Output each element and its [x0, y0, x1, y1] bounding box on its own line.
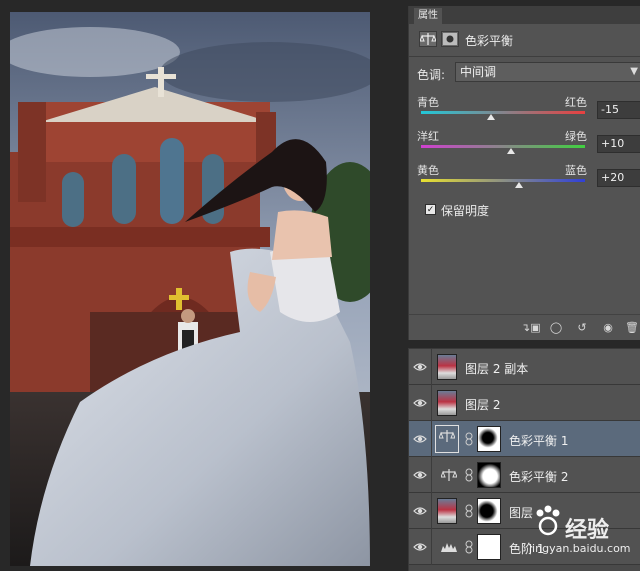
layer-mask-thumbnail[interactable]	[477, 426, 501, 452]
eye-icon[interactable]	[413, 432, 427, 446]
layer-thumbnail[interactable]	[437, 354, 457, 380]
eye-icon[interactable]	[413, 396, 427, 410]
slider-left-label: 青色	[417, 96, 439, 109]
divider	[409, 56, 640, 57]
clip-to-layer-icon[interactable]: ↴▣	[521, 320, 541, 336]
paw-logo-icon	[536, 505, 560, 536]
link-icon[interactable]	[465, 540, 473, 554]
eye-icon[interactable]	[413, 468, 427, 482]
properties-panel: 属性 色彩平衡 色调: 中间调 ▼ 青色 红色 -15 洋红 绿色 +10 黄色 蓝色 +20 …	[408, 6, 640, 340]
watermark-text: 经验	[565, 518, 610, 543]
slider-left-label: 洋红	[417, 130, 439, 143]
layer-mask-thumbnail[interactable]	[477, 462, 501, 488]
layer-row[interactable]: 色彩平衡 1	[409, 421, 640, 457]
slider-thumb[interactable]	[515, 182, 524, 188]
slider-value-input[interactable]: -15	[597, 101, 640, 119]
properties-title: 色彩平衡	[465, 34, 514, 48]
layer-separator	[431, 529, 432, 565]
eye-icon[interactable]	[413, 360, 427, 374]
link-icon[interactable]	[465, 468, 473, 482]
visibility-icon[interactable]: ◉	[599, 320, 617, 336]
color-slider-row: 青色 红色 -15	[409, 94, 640, 130]
slider-left-label: 黄色	[417, 164, 439, 177]
tone-dropdown[interactable]: 中间调 ▼	[455, 62, 640, 82]
layer-separator	[431, 457, 432, 493]
slider-thumb[interactable]	[486, 114, 495, 120]
slider-thumb[interactable]	[507, 148, 516, 154]
layer-mask-thumbnail[interactable]	[477, 498, 501, 524]
color-balance-icon[interactable]	[435, 425, 459, 453]
slider-track[interactable]	[421, 179, 585, 182]
slider-value-input[interactable]: +20	[597, 169, 640, 187]
chevron-down-icon: ▼	[630, 66, 638, 77]
checkbox-check-icon[interactable]: ✓	[425, 204, 436, 215]
layer-row[interactable]: 图层 2 副本	[409, 349, 640, 385]
eye-icon[interactable]	[413, 504, 427, 518]
slider-right-label: 绿色	[565, 130, 587, 143]
mask-icon[interactable]	[441, 31, 459, 47]
trash-icon[interactable]: 🗑	[623, 320, 640, 336]
color-slider-row: 洋红 绿色 +10	[409, 128, 640, 164]
layer-name: 图层 2	[465, 398, 501, 412]
document-canvas[interactable]	[0, 0, 408, 571]
layer-mask-thumbnail[interactable]	[477, 534, 501, 560]
layer-thumbnail[interactable]	[437, 498, 457, 524]
layer-separator	[431, 493, 432, 529]
layer-row[interactable]: 图层 2	[409, 385, 640, 421]
layer-name: 色彩平衡 1	[509, 434, 569, 448]
reset-icon[interactable]: ↺	[573, 320, 591, 336]
color-balance-icon[interactable]	[440, 468, 458, 482]
layer-name: 图层 2 副本	[465, 362, 529, 376]
layer-separator	[431, 349, 432, 385]
color-balance-icon[interactable]	[419, 31, 437, 47]
layer-thumbnail[interactable]	[437, 390, 457, 416]
slider-track[interactable]	[421, 145, 585, 148]
properties-header: 色彩平衡	[417, 30, 637, 50]
tab-properties[interactable]: 属性	[414, 8, 442, 24]
watermark-url: jingyan.baidu.com	[529, 542, 631, 555]
slider-right-label: 蓝色	[565, 164, 587, 177]
slider-right-label: 红色	[565, 96, 587, 109]
levels-icon[interactable]	[441, 540, 457, 554]
wedding-photo	[10, 12, 370, 566]
slider-value-input[interactable]: +10	[597, 135, 640, 153]
layer-separator	[431, 385, 432, 421]
link-icon[interactable]	[465, 504, 473, 518]
slider-track[interactable]	[421, 111, 585, 114]
baidu-jingyan-watermark: 经验 jingyan.baidu.com	[525, 498, 635, 564]
layer-separator	[431, 421, 432, 457]
link-icon[interactable]	[465, 432, 473, 446]
layer-name: 色彩平衡 2	[509, 470, 569, 484]
properties-tab-bar: 属性	[409, 6, 640, 24]
view-previous-icon[interactable]: ◯	[547, 320, 565, 336]
color-slider-row: 黄色 蓝色 +20	[409, 162, 640, 198]
layer-row[interactable]: 色彩平衡 2	[409, 457, 640, 493]
eye-icon[interactable]	[413, 540, 427, 554]
properties-footer: ↴▣ ◯ ↺ ◉ 🗑	[409, 314, 640, 340]
preserve-luminosity-label: 保留明度	[441, 204, 490, 218]
tone-value: 中间调	[460, 65, 497, 79]
tone-label: 色调:	[417, 68, 446, 82]
